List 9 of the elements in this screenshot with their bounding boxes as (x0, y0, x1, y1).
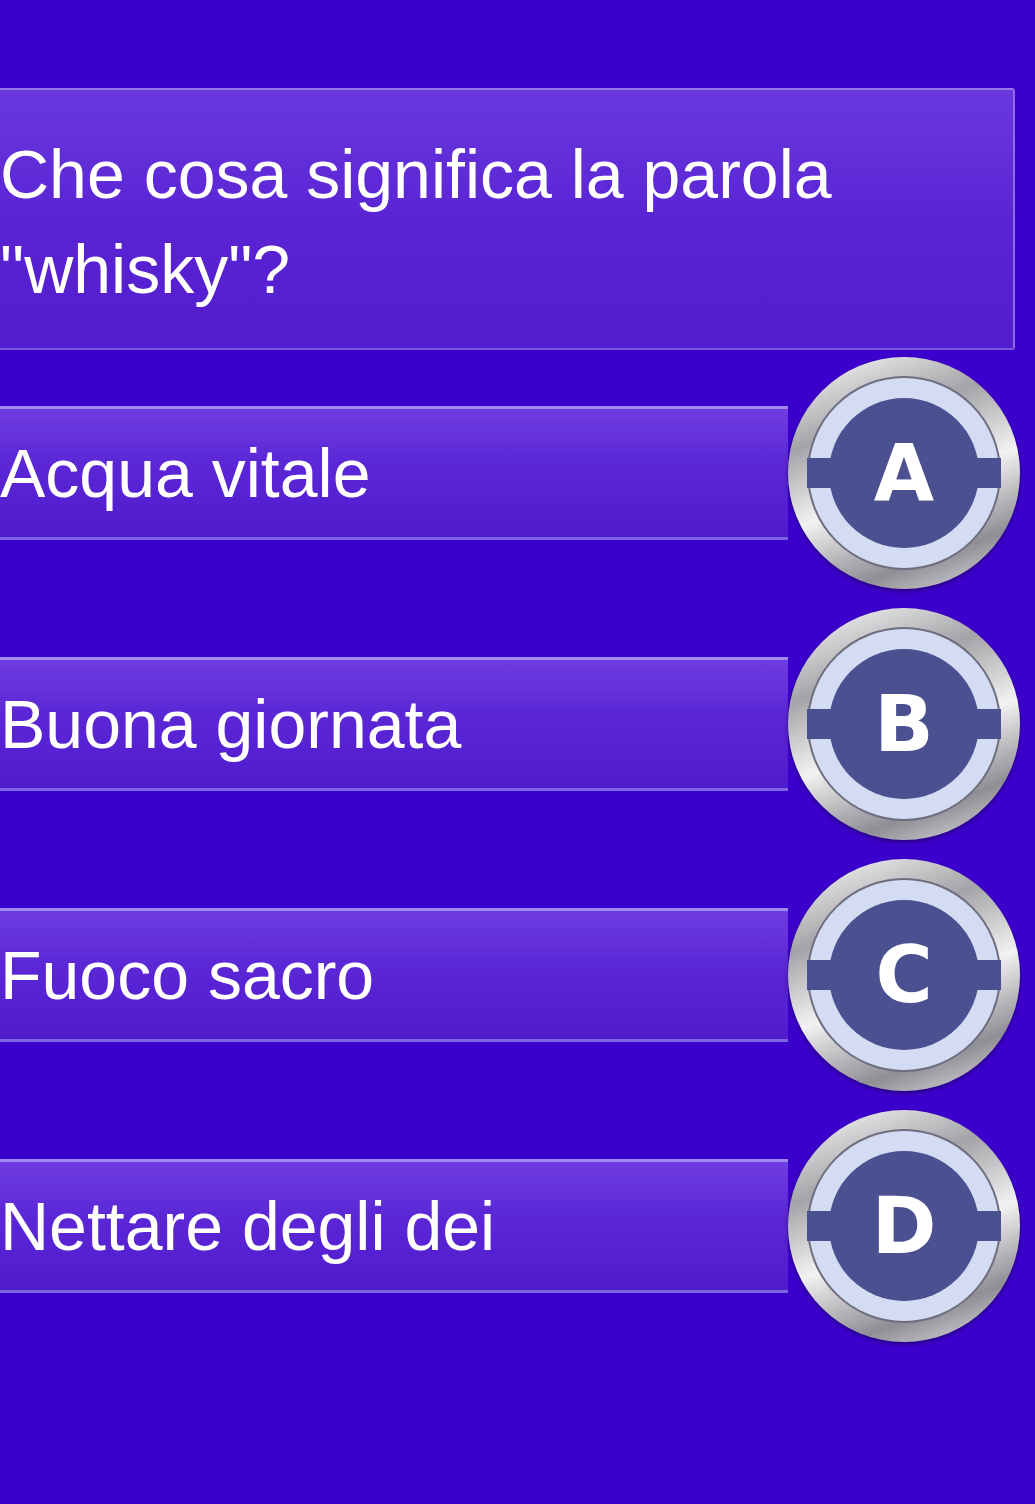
answer-button[interactable]: Buona giornata (0, 657, 788, 791)
option-letter: D (871, 1187, 937, 1265)
answer-button[interactable]: Fuoco sacro (0, 908, 788, 1042)
question-text: Che cosa significa la parola "whisky"? (0, 135, 833, 309)
answer-button[interactable]: Acqua vitale (0, 406, 788, 540)
option-letter: A (873, 434, 935, 512)
option-letter: B (874, 685, 934, 763)
option-letter: C (875, 936, 933, 1014)
answer-button[interactable]: Nettare degli dei (0, 1159, 788, 1293)
